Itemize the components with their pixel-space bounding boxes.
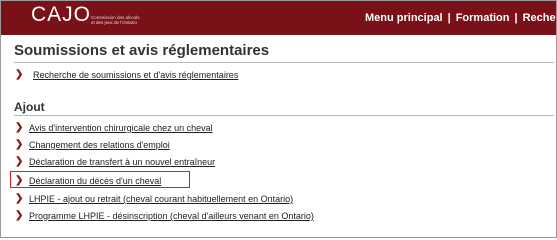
chevron-right-icon: ❯	[15, 139, 24, 150]
list-item[interactable]: ❯ Avis d'intervention chirurgicale chez …	[15, 121, 213, 135]
nav-menu-principal[interactable]: Menu principal	[365, 12, 443, 24]
list-item[interactable]: ❯ Changement des relations d'emploi	[15, 138, 170, 152]
logo[interactable]: CAJO	[31, 3, 91, 27]
chevron-right-icon: ❯	[15, 210, 24, 221]
link-trainer-transfer[interactable]: Déclaration de transfert à un nouvel ent…	[29, 157, 215, 167]
chevron-right-icon: ❯	[15, 69, 24, 80]
logo-subtitle-line-2: et des jeux de l'Ontario	[91, 20, 137, 25]
list-item[interactable]: ❯ Programme LHPIE - désinscription (chev…	[15, 209, 314, 223]
search-submissions-link[interactable]: Recherche de soumissions et d'avis régle…	[33, 70, 238, 80]
section-divider	[14, 115, 554, 116]
list-item[interactable]: ❯ LHPIE - ajout ou retrait (cheval coura…	[15, 192, 293, 206]
nav-separator: |	[514, 12, 518, 24]
chevron-right-icon: ❯	[15, 122, 24, 133]
logo-subtitle: Commission des alcools et des jeux de l'…	[91, 15, 143, 25]
highlight-box	[10, 171, 190, 188]
nav-formation[interactable]: Formation	[456, 12, 510, 24]
top-navigation: Menu principal|Formation|Recherche|Mo	[365, 12, 556, 24]
section-title-ajout: Ajout	[14, 100, 45, 114]
page-frame: CAJO Commission des alcools et des jeux …	[0, 0, 557, 238]
nav-recherche[interactable]: Recherche	[523, 12, 556, 24]
header-bar: CAJO Commission des alcools et des jeux …	[1, 1, 556, 35]
link-employment-change[interactable]: Changement des relations d'emploi	[29, 140, 170, 150]
page-title: Soumissions et avis réglementaires	[14, 42, 270, 59]
link-lhpie-add-remove[interactable]: LHPIE - ajout ou retrait (cheval courant…	[29, 194, 293, 204]
list-item[interactable]: ❯ Déclaration de transfert à un nouvel e…	[15, 155, 215, 169]
link-surgical-intervention[interactable]: Avis d'intervention chirurgicale chez un…	[29, 123, 213, 133]
chevron-right-icon: ❯	[15, 193, 24, 204]
search-submissions-link-row[interactable]: ❯ Recherche de soumissions et d'avis rég…	[15, 68, 238, 82]
chevron-right-icon: ❯	[15, 156, 24, 167]
title-divider	[14, 62, 554, 63]
link-lhpie-unregister[interactable]: Programme LHPIE - désinscription (cheval…	[29, 211, 314, 221]
nav-separator: |	[447, 12, 451, 24]
